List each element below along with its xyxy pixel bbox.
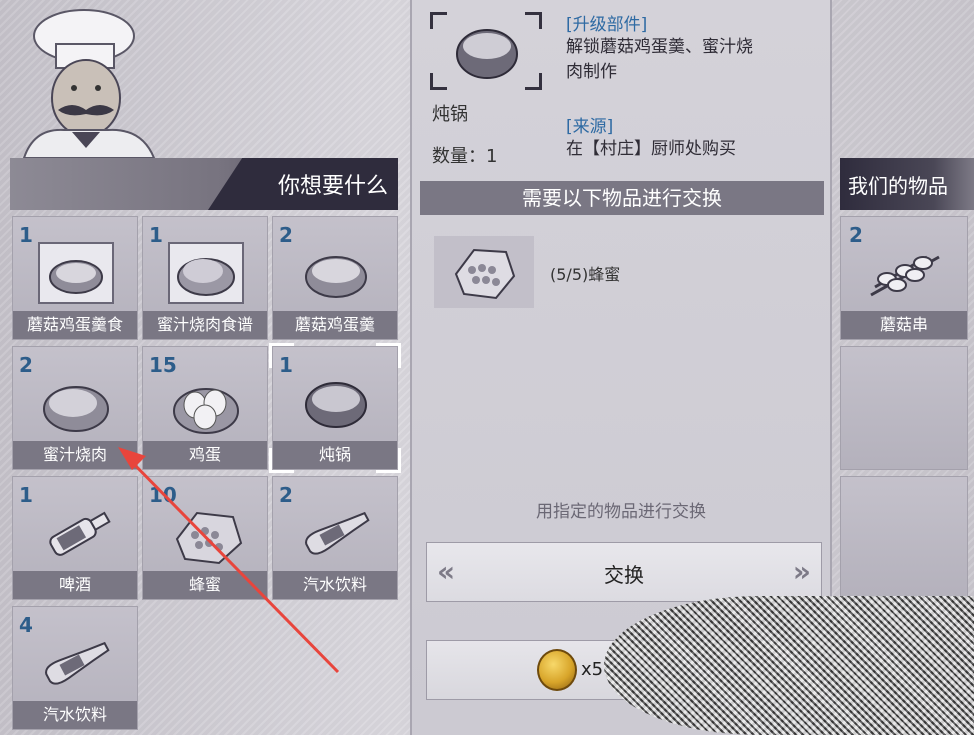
- upgrade-text-line2: 肉制作: [566, 62, 617, 82]
- selected-item-name: 炖锅: [432, 104, 468, 125]
- our-item-slot-empty[interactable]: [840, 476, 968, 600]
- selection-corner: [376, 343, 401, 368]
- recipe-bowl-icon: [38, 242, 114, 304]
- honeycomb-icon: [454, 248, 516, 300]
- coin-cost: x5: [581, 659, 604, 680]
- wants-header: 你想要什么: [10, 158, 398, 210]
- pot-icon: [305, 382, 367, 428]
- our-item-slot-mushroom-skewer[interactable]: 2 蘑菇串: [840, 216, 968, 340]
- item-slot-soda-2[interactable]: 4 汽水饮料: [12, 606, 138, 730]
- soda-bottle-icon: [45, 641, 110, 685]
- item-slot-mushroom-egg-recipe[interactable]: 1 蘑菇鸡蛋羹食: [12, 216, 138, 340]
- eggs-icon: [173, 388, 239, 434]
- upgrade-heading: [升级部件]: [566, 15, 648, 35]
- item-slot-honey-roast-meat[interactable]: 2 蜜汁烧肉: [12, 346, 138, 470]
- beer-bottle-icon: [49, 511, 111, 556]
- item-slot-stew-pot[interactable]: 1 炖锅: [269, 343, 401, 473]
- item-slot-soda-1[interactable]: 2 汽水饮料: [272, 476, 398, 600]
- upgrade-text-line1: 解锁蘑菇鸡蛋羹、蜜汁烧: [566, 37, 753, 57]
- wants-title: 你想要什么: [277, 174, 388, 199]
- honeycomb-icon: [175, 511, 243, 565]
- our-items-title: 我们的物品: [848, 174, 948, 198]
- recipe-meat-icon: [168, 242, 244, 304]
- source-heading: [来源]: [566, 117, 614, 137]
- pixelated-overlay: [604, 596, 974, 735]
- selected-item-frame: [430, 12, 542, 90]
- exchange-button[interactable]: « 交换 »: [426, 542, 822, 602]
- selected-item-quantity: 数量：1: [432, 146, 498, 167]
- soda-bottle-icon: [305, 511, 370, 555]
- selection-corner: [269, 448, 294, 473]
- pot-icon: [456, 29, 518, 79]
- soup-bowl-icon: [305, 256, 367, 298]
- our-items-header: 我们的物品: [840, 158, 974, 210]
- item-slot-eggs[interactable]: 15 鸡蛋: [142, 346, 268, 470]
- exchange-hint: 用指定的物品进行交换: [536, 502, 706, 522]
- selection-corner: [376, 448, 401, 473]
- exchange-requirements-header: 需要以下物品进行交换: [420, 181, 824, 215]
- item-slot-beer[interactable]: 1 啤酒: [12, 476, 138, 600]
- required-item-slot: [434, 236, 534, 308]
- exchange-button-label: 交换: [604, 563, 644, 587]
- shop-panel: 你想要什么 1 蘑菇鸡蛋羹食 1 蜜汁烧肉食谱 2 蘑菇鸡蛋羹 2 蜜汁烧肉 1…: [0, 0, 410, 735]
- item-slot-mushroom-egg-soup[interactable]: 2 蘑菇鸡蛋羹: [272, 216, 398, 340]
- required-item-text: (5/5)蜂蜜: [550, 265, 621, 284]
- source-text: 在【村庄】厨师处购买: [566, 139, 736, 159]
- mushroom-skewer-icon: [870, 255, 940, 297]
- roast-meat-icon: [43, 386, 109, 432]
- item-slot-honey[interactable]: 10 蜂蜜: [142, 476, 268, 600]
- double-chevron-right-icon: »: [792, 555, 811, 588]
- gold-coin-icon: [537, 649, 577, 691]
- selection-corner: [269, 343, 294, 368]
- our-item-slot-empty[interactable]: [840, 346, 968, 470]
- item-slot-honey-meat-recipe[interactable]: 1 蜜汁烧肉食谱: [142, 216, 268, 340]
- chef-portrait: [22, 9, 156, 158]
